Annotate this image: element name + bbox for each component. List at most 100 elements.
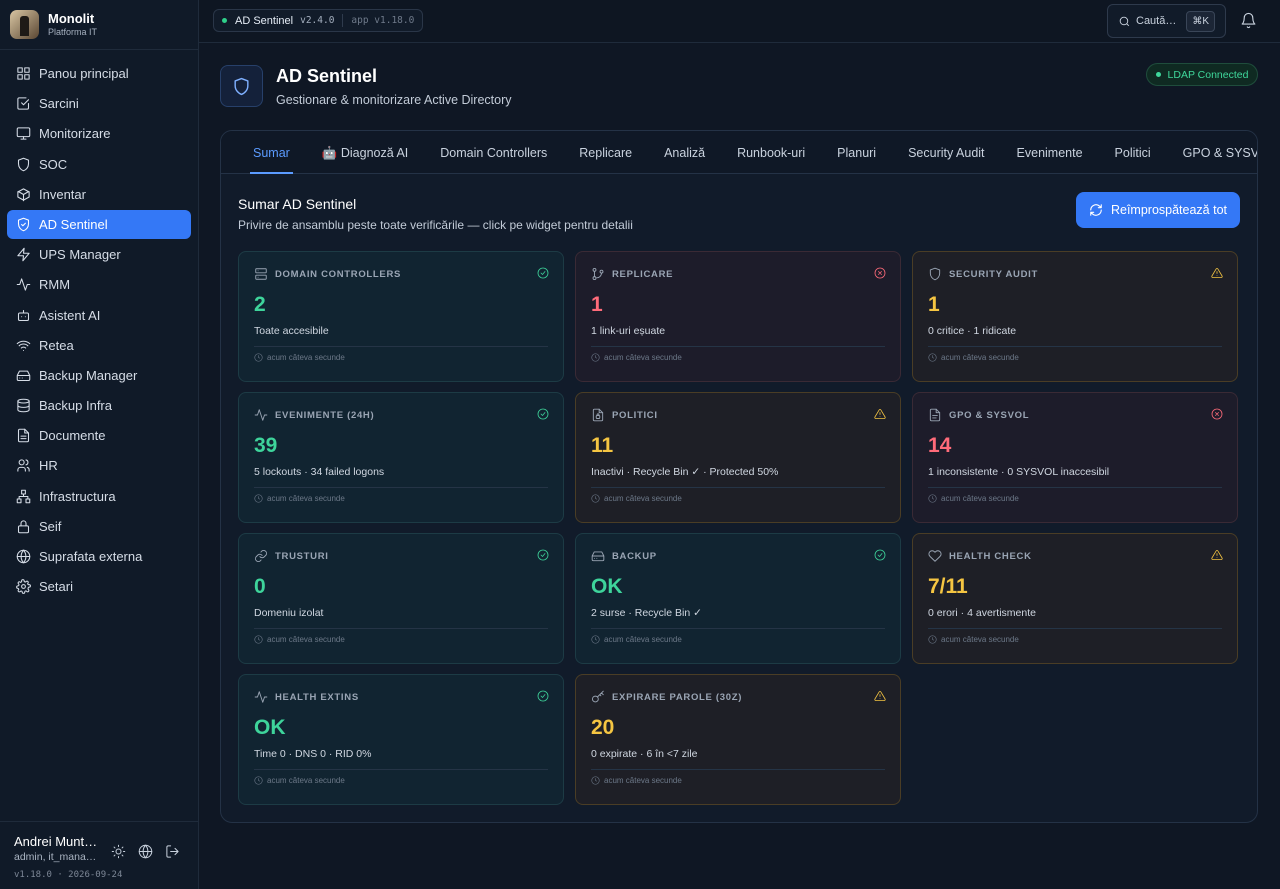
sidebar-item-documente[interactable]: Documente bbox=[7, 421, 191, 450]
widget-description: 5 lockouts · 34 failed logons bbox=[254, 466, 385, 478]
file-icon bbox=[16, 428, 31, 443]
sidebar-item-hr[interactable]: HR bbox=[7, 451, 191, 480]
sidebar-item-ad-sentinel[interactable]: AD Sentinel bbox=[7, 209, 191, 239]
tab-9[interactable]: Evenimente bbox=[1001, 131, 1099, 174]
sidebar-item-label: SOC bbox=[39, 156, 68, 172]
clock-icon bbox=[254, 776, 263, 785]
widget-health-extins[interactable]: HEALTH EXTINS OK Time 0 · DNS 0 · RID 0% ac… bbox=[238, 674, 564, 805]
widget-value: 7/11 bbox=[928, 575, 968, 598]
sidebar-item-panou-principal[interactable]: Panou principal bbox=[7, 59, 191, 88]
language-globe-icon[interactable] bbox=[138, 844, 153, 859]
logout-icon[interactable] bbox=[165, 844, 180, 859]
tab-10[interactable]: Politici bbox=[1099, 131, 1167, 174]
widget-backup[interactable]: BACKUP OK 2 surse · Recycle Bin ✓ acum câte… bbox=[575, 533, 901, 664]
widget-title: HEALTH EXTINS bbox=[275, 691, 359, 703]
widget-value: OK bbox=[254, 716, 286, 739]
widget-value: 2 bbox=[254, 293, 266, 316]
widget-updated: acum câteva secunde bbox=[267, 353, 345, 362]
sidebar-item-label: AD Sentinel bbox=[39, 216, 108, 232]
widget-title: EXPIRARE PAROLE (30Z) bbox=[612, 691, 743, 703]
widget-description: 0 critice · 1 ridicate bbox=[928, 325, 1017, 337]
tab-6[interactable]: Runbook-uri bbox=[721, 131, 821, 174]
shield-check-icon bbox=[16, 217, 31, 232]
sidebar-item-retea[interactable]: Retea bbox=[7, 331, 191, 360]
widget-title: BACKUP bbox=[612, 550, 657, 562]
sidebar-item-setari[interactable]: Setari bbox=[7, 572, 191, 601]
widget-gpo-sysvol[interactable]: GPO & SYSVOL 14 1 inconsistente · 0 SYSVOL… bbox=[912, 392, 1238, 523]
database-icon bbox=[16, 398, 31, 413]
sidebar: Monolit Platforma IT Panou principal Sarc… bbox=[0, 0, 199, 889]
sidebar-item-label: Sarcini bbox=[39, 96, 79, 112]
sidebar-nav: Panou principal Sarcini Monitorizare SOC Inv… bbox=[0, 50, 198, 602]
widget-trusturi[interactable]: TRUSTURI 0 Domeniu izolat acum câteva secun… bbox=[238, 533, 564, 664]
search-button[interactable]: Caută… ⌘K bbox=[1107, 4, 1226, 38]
clock-icon bbox=[928, 353, 937, 362]
sidebar-item-backup-infra[interactable]: Backup Infra bbox=[7, 391, 191, 420]
notifications-bell-icon[interactable] bbox=[1240, 12, 1258, 30]
tab-bar: Sumar 🤖 Diagnoză AI Domain Controllers Repl… bbox=[221, 131, 1257, 174]
clock-icon bbox=[928, 494, 937, 503]
widget-value: 39 bbox=[254, 434, 278, 457]
status-warning-triangle-icon bbox=[874, 407, 886, 419]
refresh-all-button[interactable]: Reîmprospătează tot bbox=[1076, 192, 1240, 228]
sidebar-item-suprafata-externa[interactable]: Suprafata externa bbox=[7, 542, 191, 571]
theme-toggle-sun-icon[interactable] bbox=[111, 844, 126, 859]
widget-politici[interactable]: POLITICI 11 Inactivi · Recycle Bin ✓ · Pro… bbox=[575, 392, 901, 523]
sidebar-item-backup-manager[interactable]: Backup Manager bbox=[7, 361, 191, 390]
activity-icon bbox=[254, 409, 268, 421]
sidebar-item-monitorizare[interactable]: Monitorizare bbox=[7, 119, 191, 148]
sidebar-item-label: Seif bbox=[39, 518, 62, 534]
refresh-icon bbox=[1090, 204, 1102, 216]
tab-5[interactable]: Analiză bbox=[648, 131, 721, 174]
sidebar-item-sarcini[interactable]: Sarcini bbox=[7, 89, 191, 118]
widget-title: POLITICI bbox=[612, 409, 658, 421]
widget-expirare-parole-30z[interactable]: EXPIRARE PAROLE (30Z) 20 0 expirate · 6 în… bbox=[575, 674, 901, 805]
brand[interactable]: Monolit Platforma IT bbox=[0, 0, 198, 50]
widget-title: SECURITY AUDIT bbox=[949, 268, 1038, 280]
widget-value: 1 bbox=[928, 293, 940, 316]
tab-3[interactable]: Domain Controllers bbox=[424, 131, 563, 174]
sidebar-item-ups-manager[interactable]: UPS Manager bbox=[7, 240, 191, 269]
tab-7[interactable]: Planuri bbox=[821, 131, 892, 174]
sidebar-item-label: Infrastructura bbox=[39, 488, 116, 504]
hard-drive-icon bbox=[591, 551, 605, 562]
activity-icon bbox=[254, 691, 268, 703]
widget-description: Inactivi · Recycle Bin ✓ · Protected 50% bbox=[591, 466, 779, 478]
checkbox-icon bbox=[16, 96, 31, 111]
gear-icon bbox=[16, 579, 31, 595]
widget-health-check[interactable]: HEALTH CHECK 7/11 0 erori · 4 avertismente… bbox=[912, 533, 1238, 664]
clock-icon bbox=[254, 353, 263, 362]
sidebar-item-inventar[interactable]: Inventar bbox=[7, 180, 191, 209]
widget-security-audit[interactable]: SECURITY AUDIT 1 0 critice · 1 ridicate acu… bbox=[912, 251, 1238, 382]
status-ok-check-icon bbox=[537, 266, 549, 279]
sidebar-item-infrastructura[interactable]: Infrastructura bbox=[7, 482, 191, 511]
search-icon bbox=[1119, 16, 1130, 26]
bolt-icon bbox=[16, 247, 31, 262]
status-ok-check-icon bbox=[874, 548, 886, 561]
sidebar-item-soc[interactable]: SOC bbox=[7, 150, 191, 179]
widget-replicare[interactable]: REPLICARE 1 1 link-uri eșuate acum câteva s… bbox=[575, 251, 901, 382]
widget-description: 2 surse · Recycle Bin ✓ bbox=[591, 607, 702, 619]
sidebar-item-label: Monitorizare bbox=[39, 126, 111, 142]
shield-icon bbox=[16, 157, 31, 172]
key-icon bbox=[591, 690, 604, 703]
widget-updated: acum câteva secunde bbox=[604, 353, 682, 362]
box-icon bbox=[16, 187, 31, 202]
sidebar-item-seif[interactable]: Seif bbox=[7, 512, 191, 541]
tab-1[interactable]: Sumar bbox=[237, 131, 306, 174]
bot-icon bbox=[16, 308, 31, 323]
widget-evenimente-24h[interactable]: EVENIMENTE (24H) 39 5 lockouts · 34 failed… bbox=[238, 392, 564, 523]
sidebar-item-label: Documente bbox=[39, 428, 106, 444]
widget-updated: acum câteva secunde bbox=[941, 494, 1019, 503]
sidebar-item-rmm[interactable]: RMM bbox=[7, 270, 191, 299]
tab-11[interactable]: GPO & SYSVOL bbox=[1167, 131, 1257, 174]
clock-icon bbox=[591, 353, 600, 362]
monitor-icon bbox=[16, 126, 31, 141]
widget-description: Domeniu izolat bbox=[254, 607, 324, 619]
widget-domain-controllers[interactable]: DOMAIN CONTROLLERS 2 Toate accesibile acum … bbox=[238, 251, 564, 382]
widget-updated: acum câteva secunde bbox=[941, 353, 1019, 362]
tab-8[interactable]: Security Audit bbox=[892, 131, 1000, 174]
tab-4[interactable]: Replicare bbox=[563, 131, 648, 174]
sidebar-item-asistent-ai[interactable]: Asistent AI bbox=[7, 301, 191, 330]
tab-2[interactable]: 🤖 Diagnoză AI bbox=[306, 131, 424, 174]
